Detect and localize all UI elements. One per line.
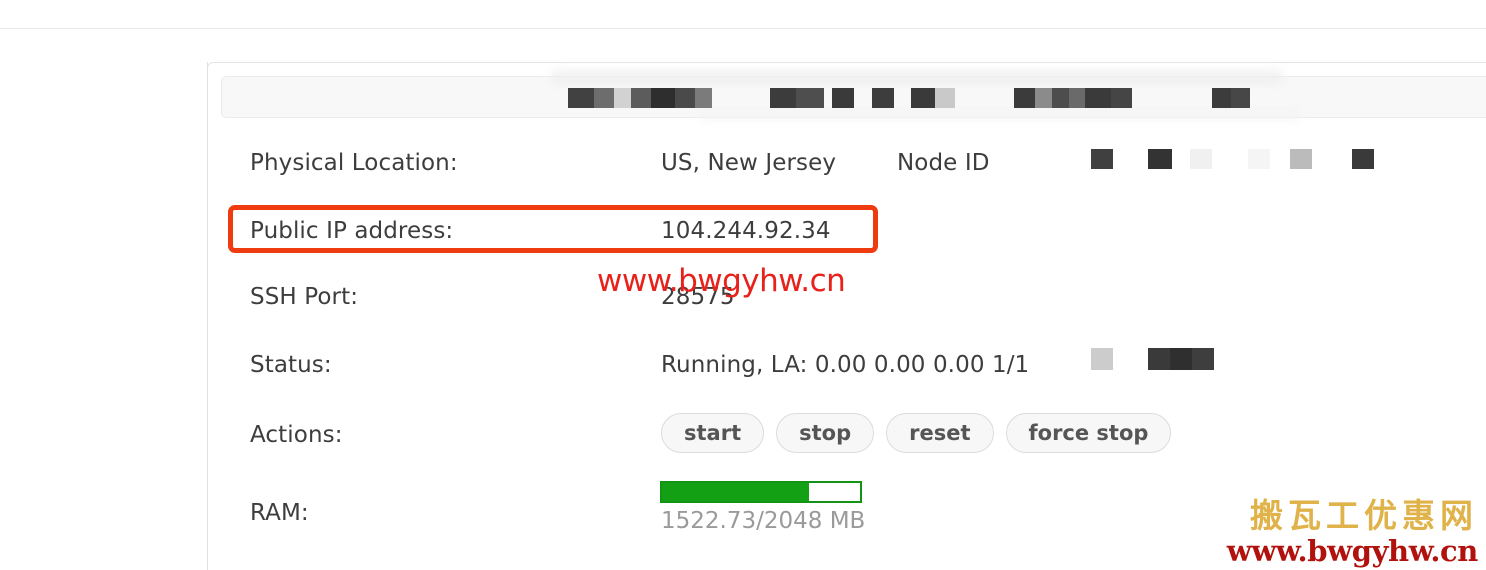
redaction-block-header-2 xyxy=(770,88,824,108)
redaction-block-header-1 xyxy=(568,88,712,108)
force-stop-button[interactable]: force stop xyxy=(1005,413,1172,453)
card-left-border xyxy=(207,62,208,570)
redaction-block-node-6 xyxy=(1352,149,1374,169)
start-button[interactable]: start xyxy=(661,413,765,453)
redaction-block-header-6 xyxy=(1014,88,1132,108)
redaction-block-status-1 xyxy=(1091,348,1113,370)
label-public-ip: Public IP address: xyxy=(250,218,454,244)
ram-usage-text: 1522.73/2048 MB xyxy=(661,508,866,534)
redaction-block-header-4 xyxy=(872,88,894,108)
action-button-group: start stop reset force stop xyxy=(661,413,1172,453)
value-physical-location: US, New Jersey xyxy=(661,150,837,176)
top-divider xyxy=(0,28,1486,29)
redaction-block-node-3 xyxy=(1190,149,1212,169)
value-public-ip: 104.244.92.34 xyxy=(661,218,831,244)
redaction-block-header-3 xyxy=(832,88,854,108)
redaction-block-header-7 xyxy=(1212,88,1250,108)
label-physical-location: Physical Location: xyxy=(250,150,458,176)
label-actions: Actions: xyxy=(250,422,343,448)
redaction-block-node-2 xyxy=(1148,149,1172,169)
label-ssh-port: SSH Port: xyxy=(250,284,359,310)
redaction-block-node-4 xyxy=(1248,149,1270,169)
redaction-block-status-2 xyxy=(1148,348,1214,370)
ram-usage-fill xyxy=(662,483,809,501)
reset-button[interactable]: reset xyxy=(886,413,994,453)
redaction-block-node-1 xyxy=(1091,149,1113,169)
label-status: Status: xyxy=(250,352,332,378)
redaction-block-node-5 xyxy=(1290,149,1312,169)
page-root: Physical Location: US, New Jersey Node I… xyxy=(0,0,1486,570)
redaction-block-header-5 xyxy=(911,88,955,108)
value-ssh-port: 28575 xyxy=(661,284,735,310)
value-status: Running, LA: 0.00 0.00 0.00 1/1 xyxy=(661,352,1030,378)
label-node-id: Node ID xyxy=(897,150,990,176)
label-ram: RAM: xyxy=(250,500,309,526)
stop-button[interactable]: stop xyxy=(776,413,875,453)
ram-usage-bar xyxy=(660,481,862,503)
